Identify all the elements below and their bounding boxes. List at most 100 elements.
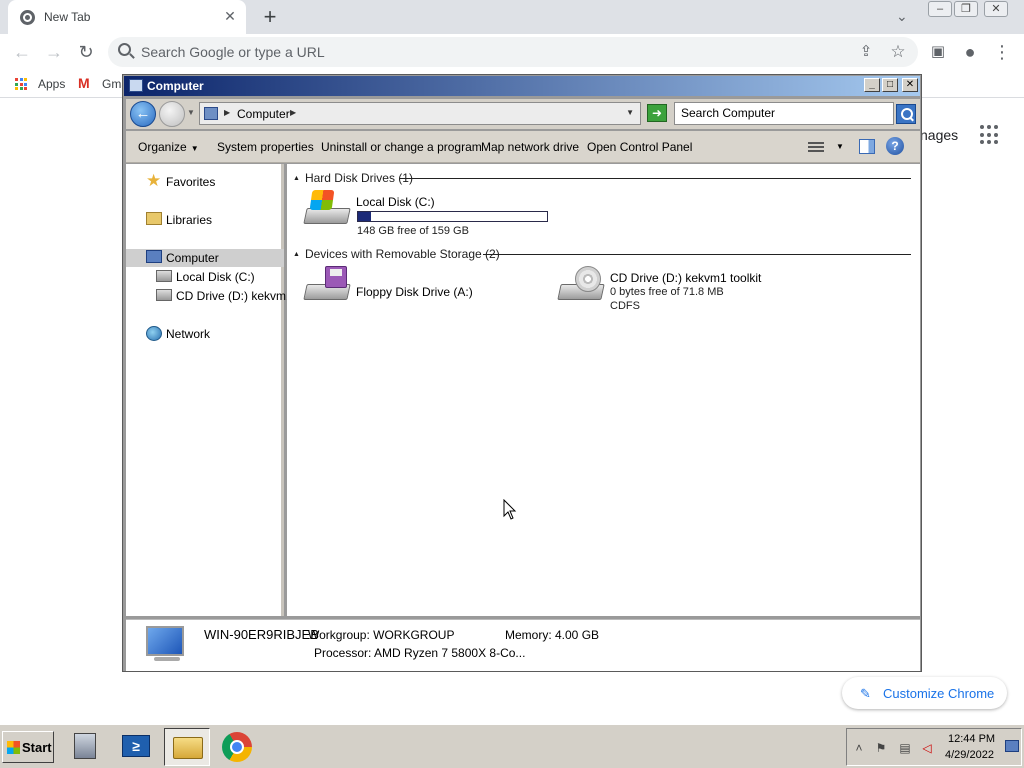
preview-pane-icon[interactable] xyxy=(859,139,875,154)
local-disk-free-space: 148 GB free of 159 GB xyxy=(357,225,469,237)
tab-title: New Tab xyxy=(44,10,91,24)
nav-cd-drive[interactable]: CD Drive (D:) kekvm1 xyxy=(176,289,293,303)
chrome-restore-button[interactable]: ❐ xyxy=(954,1,978,17)
favorites-star-icon: ★ xyxy=(146,171,162,190)
organize-button[interactable]: Organize ▼ xyxy=(138,140,199,154)
google-apps-icon[interactable] xyxy=(980,125,1000,145)
nav-libraries[interactable]: Libraries xyxy=(166,213,212,227)
start-button[interactable]: Start xyxy=(2,731,54,763)
close-button[interactable]: ✕ xyxy=(902,78,918,92)
local-disk-icon xyxy=(156,270,172,282)
clock-time[interactable]: 12:44 PM xyxy=(948,733,995,745)
forward-button[interactable] xyxy=(159,101,185,127)
group-header-hard-disks[interactable]: ▲ Hard Disk Drives (1) xyxy=(293,171,413,185)
taskbar: Start ≥ ˄ ⚑ ▤ ◁ 12:44 PM 4/29/2022 xyxy=(0,724,1024,768)
back-arrow-icon[interactable]: ← xyxy=(12,42,32,63)
tab-new-tab[interactable]: New Tab ✕ xyxy=(8,0,246,34)
nav-local-disk[interactable]: Local Disk (C:) xyxy=(176,270,255,284)
recent-pages-dropdown-icon[interactable]: ▼ xyxy=(187,108,195,117)
group-label: Hard Disk Drives (1) xyxy=(304,171,413,185)
pencil-icon: ✎ xyxy=(860,686,871,701)
bookmark-apps[interactable]: Apps xyxy=(38,77,65,91)
nav-network[interactable]: Network xyxy=(166,327,210,341)
group-label: Devices with Removable Storage (2) xyxy=(304,247,500,261)
start-label: Start xyxy=(22,740,52,755)
side-panel-icon[interactable]: ▣ xyxy=(928,42,948,60)
breadcrumb-computer[interactable]: Computer xyxy=(237,107,290,121)
libraries-icon xyxy=(146,212,162,225)
chrome-favicon-icon xyxy=(20,10,35,25)
explorer-window: Computer _ □ ✕ ← ▼ ▶ Computer ▶ ▼ ➜ Orga… xyxy=(122,74,922,672)
omnibox-input[interactable] xyxy=(141,42,841,62)
map-network-drive-button[interactable]: Map network drive xyxy=(481,140,579,154)
capacity-fill xyxy=(358,212,372,221)
collapse-icon: ▲ xyxy=(293,175,300,182)
explorer-titlebar[interactable]: Computer _ □ ✕ xyxy=(124,76,920,96)
cd-drive-icon xyxy=(156,289,172,301)
computer-monitor-icon xyxy=(146,626,184,656)
omnibox[interactable] xyxy=(108,37,918,67)
navigation-pane: ★ Favorites Libraries Computer Local Dis… xyxy=(126,164,293,616)
uninstall-program-button[interactable]: Uninstall or change a program xyxy=(321,140,482,154)
system-properties-button[interactable]: System properties xyxy=(217,140,314,154)
chrome-minimize-button[interactable]: – xyxy=(928,1,952,17)
taskbar-explorer[interactable] xyxy=(164,728,210,766)
minimize-button[interactable]: _ xyxy=(864,78,880,92)
taskbar-chrome[interactable] xyxy=(214,728,260,766)
open-control-panel-button[interactable]: Open Control Panel xyxy=(587,140,692,154)
chrome-menu-icon[interactable]: ⋮ xyxy=(992,42,1012,63)
volume-muted-icon[interactable]: ◁ xyxy=(919,741,935,755)
floppy-drive-name[interactable]: Floppy Disk Drive (A:) xyxy=(356,285,473,299)
images-link[interactable]: nages xyxy=(920,127,958,143)
profile-avatar-icon[interactable]: ● xyxy=(960,42,980,63)
nav-computer[interactable]: Computer xyxy=(166,251,219,265)
computer-icon xyxy=(146,250,162,263)
search-icon[interactable] xyxy=(896,104,916,124)
local-disk-drive-icon[interactable] xyxy=(303,190,351,230)
tab-close-icon[interactable]: ✕ xyxy=(222,8,238,25)
cd-drive-icon[interactable] xyxy=(557,266,605,306)
show-desktop-icon[interactable] xyxy=(1005,740,1019,752)
help-icon[interactable]: ? xyxy=(886,137,904,155)
group-divider xyxy=(483,254,911,255)
cd-drive-free-space: 0 bytes free of 71.8 MB xyxy=(610,286,724,298)
address-bar: ← ▼ ▶ Computer ▶ ▼ ➜ xyxy=(126,99,920,129)
network-tray-icon[interactable]: ▤ xyxy=(897,741,913,755)
group-header-removable[interactable]: ▲ Devices with Removable Storage (2) xyxy=(293,247,500,261)
chrome-close-button[interactable]: ✕ xyxy=(984,1,1008,17)
action-center-flag-icon[interactable]: ⚑ xyxy=(873,741,889,755)
tab-search-icon[interactable]: ⌄ xyxy=(896,8,908,25)
view-dropdown-icon[interactable]: ▼ xyxy=(836,142,844,151)
reload-icon[interactable]: ↻ xyxy=(76,42,96,63)
address-dropdown-icon[interactable]: ▼ xyxy=(626,108,634,117)
search-input[interactable] xyxy=(681,106,881,120)
customize-chrome-button[interactable]: ✎ Customize Chrome xyxy=(842,677,1007,709)
monitor-stand xyxy=(154,657,180,661)
organize-label: Organize xyxy=(138,140,187,154)
share-icon[interactable]: ⇪ xyxy=(856,42,876,60)
taskbar-server-manager[interactable] xyxy=(64,728,110,766)
memory-info: Memory: 4.00 GB xyxy=(505,628,600,642)
new-tab-button[interactable]: + xyxy=(258,4,282,30)
apps-grid-icon xyxy=(15,78,27,90)
bookmark-star-icon[interactable]: ☆ xyxy=(888,42,908,62)
taskbar-powershell[interactable]: ≥ xyxy=(112,728,158,766)
local-disk-name[interactable]: Local Disk (C:) xyxy=(356,195,435,209)
show-hidden-icons-icon[interactable]: ˄ xyxy=(851,741,867,755)
cd-drive-filesystem: CDFS xyxy=(610,300,640,312)
clock-date[interactable]: 4/29/2022 xyxy=(945,749,994,761)
breadcrumb[interactable]: ▶ Computer ▶ ▼ xyxy=(199,102,641,125)
chevron-right-icon[interactable]: ▶ xyxy=(290,108,296,117)
search-box[interactable] xyxy=(674,102,894,125)
cd-drive-name[interactable]: CD Drive (D:) kekvm1 toolkit xyxy=(610,271,761,285)
refresh-icon[interactable]: ➜ xyxy=(647,104,667,122)
back-button[interactable]: ← xyxy=(130,101,156,127)
forward-arrow-icon[interactable]: → xyxy=(44,42,64,63)
floppy-drive-icon[interactable] xyxy=(303,266,351,306)
customize-chrome-label: Customize Chrome xyxy=(883,686,995,701)
capacity-bar xyxy=(357,211,548,222)
maximize-button[interactable]: □ xyxy=(882,78,898,92)
change-view-icon[interactable] xyxy=(808,140,824,154)
chevron-right-icon[interactable]: ▶ xyxy=(224,108,230,117)
nav-favorites[interactable]: Favorites xyxy=(166,175,215,189)
